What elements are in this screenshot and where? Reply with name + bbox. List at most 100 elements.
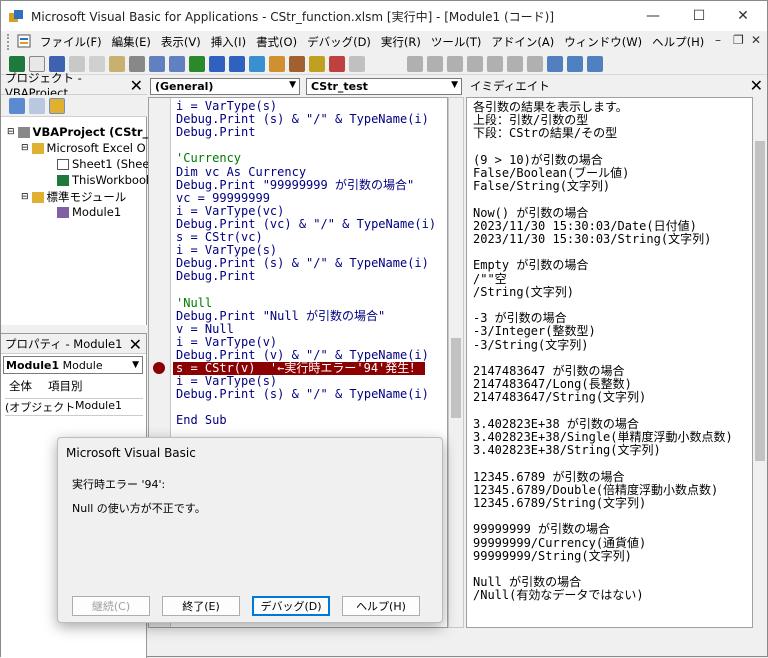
code-line: Dim vc As Currency [176,164,307,179]
chevron-down-icon[interactable]: ▼ [289,80,296,90]
output-line: 12345.6789 が引数の場合 [473,469,625,484]
immediate-title: イミディエイト [470,79,550,93]
sheet-icon [57,158,69,170]
pause-icon[interactable] [209,55,225,72]
toggle-folders-icon[interactable] [49,97,65,114]
properties-close-icon[interactable]: ✕ [129,335,142,354]
menu-insert[interactable]: 挿入(I) [206,34,251,50]
undo-icon[interactable] [149,55,165,72]
indent-icon[interactable] [427,55,443,72]
toolbox-icon[interactable] [329,55,345,72]
output-line: 99999999/Currency(通貨値) [473,535,647,550]
properties-icon[interactable] [289,55,305,72]
toggle-bookmark-icon[interactable] [527,55,543,72]
code-line: Debug.Print "Null が引数の場合" [176,308,386,323]
clear-bookmarks-icon[interactable] [587,55,603,72]
code-line: Debug.Print (s) & "/" & TypeName(i) [176,256,429,271]
menu-format[interactable]: 書式(O) [251,34,302,50]
procedure-dropdown[interactable]: CStr_test ▼ [306,77,462,95]
menu-run[interactable]: 実行(R) [376,34,426,50]
properties-tabs: 全体 項目別 [5,378,83,394]
output-line: -3/String(文字列) [473,337,589,352]
redo-icon[interactable] [169,55,185,72]
object-dropdown[interactable]: (General) ▼ [150,77,300,95]
reset-icon[interactable] [229,55,245,72]
breakpoint-icon[interactable] [153,362,165,374]
output-line: 2023/11/30 15:30:03/String(文字列) [473,232,712,246]
minimize-icon[interactable]: — [631,1,675,31]
tree-item-standard-modules[interactable]: ⊟ 標準モジュール [21,189,126,205]
chevron-down-icon[interactable]: ▼ [132,360,139,370]
next-bookmark-icon[interactable] [547,55,563,72]
code-line: Debug.Print [176,125,256,140]
menu-addins[interactable]: アドイン(A) [486,34,559,50]
code-line: Debug.Print (s) & "/" & TypeName(i) [176,112,429,127]
tree-label: Sheet1 (Shee [72,157,150,171]
immediate-close-icon[interactable]: ✕ [750,76,763,95]
mdi-close-icon[interactable]: ✕ [751,33,761,47]
tree-item-module1[interactable]: Module1 [57,205,121,219]
output-line: 2147483647/String(文字列) [473,390,647,405]
chevron-down-icon[interactable]: ▼ [451,80,458,90]
run-icon[interactable] [189,55,205,72]
object-browser-icon[interactable] [309,55,325,72]
tree-label: 標準モジュール [46,190,127,204]
toggle-breakpoint-icon[interactable] [467,55,483,72]
code-scrollbar[interactable] [448,97,464,628]
immediate-window[interactable]: 各引数の結果を表示します。 上段：引数/引数の型 下段：CStrの結果/その型 (9 … [466,97,753,628]
menu-window[interactable]: ウィンドウ(W) [559,34,647,50]
output-line: /""空 [473,271,507,286]
menu-view[interactable]: 表示(V) [156,34,206,50]
code-line: i = VarType(s) [176,99,278,113]
collapse-icon[interactable]: ⊟ [21,143,29,153]
tree-item-sheet1[interactable]: Sheet1 (Shee [57,157,149,171]
code-line: Debug.Print "99999999 が引数の場合" [176,177,415,192]
menu-debug[interactable]: デバッグ(D) [302,34,376,50]
property-row[interactable]: (オブジェクト名) Module1 [5,398,143,416]
tree-label: VBAProject (CStr_ [32,125,149,139]
folder-icon [31,191,44,203]
tree-item-thisworkbook[interactable]: ThisWorkbook [57,173,153,187]
mdi-restore-icon[interactable]: ❐ [733,33,744,47]
comment-block-icon[interactable] [487,55,503,72]
tree-label: Module1 [72,205,122,219]
collapse-icon[interactable]: ⊟ [7,127,15,137]
menu-file[interactable]: ファイル(F) [35,34,107,50]
menu-tools[interactable]: ツール(T) [426,34,487,50]
output-line: -3/Integer(整数型) [473,324,596,339]
scroll-thumb[interactable] [755,141,765,461]
code-window-header: (General) ▼ CStr_test ▼ [148,75,464,97]
prev-bookmark-icon[interactable] [567,55,583,72]
close-icon[interactable]: ✕ [721,1,765,31]
project-icon [17,126,30,138]
edit-toolbar-icon[interactable] [407,55,423,72]
design-mode-icon[interactable] [249,55,265,72]
uncomment-block-icon[interactable] [507,55,523,72]
property-value[interactable]: Module1 [75,399,143,415]
project-explorer-icon[interactable] [269,55,285,72]
debug-button[interactable]: デバッグ(D) [252,596,330,616]
tab-alphabetic[interactable]: 全体 [5,378,36,394]
scroll-thumb[interactable] [451,338,461,418]
view-object-icon[interactable] [29,97,45,114]
end-button[interactable]: 終了(E) [162,596,240,616]
object-combo[interactable]: Module1 Module ▼ [3,356,143,374]
help-button[interactable]: ヘルプ(H) [342,596,420,616]
mdi-minimize-icon[interactable]: – [715,33,721,47]
continue-button[interactable]: 継続(C) [72,596,150,616]
help-icon[interactable] [349,55,365,72]
tab-categorized[interactable]: 項目別 [48,378,83,394]
view-code-icon[interactable] [9,97,25,114]
tree-item-vbaproject[interactable]: ⊟ VBAProject (CStr_ [7,125,148,139]
menu-edit[interactable]: 編集(E) [107,34,156,50]
tree-item-excel-objects[interactable]: ⊟ Microsoft Excel O [21,141,146,155]
properties-title: プロパティ - Module1 [5,336,123,351]
collapse-icon[interactable]: ⊟ [21,192,29,202]
project-close-icon[interactable]: ✕ [130,76,143,95]
outdent-icon[interactable] [447,55,463,72]
immediate-scrollbar[interactable] [753,97,767,628]
vba-menu-icon[interactable] [17,34,31,51]
maximize-icon[interactable]: ☐ [677,1,721,31]
menu-help[interactable]: ヘルプ(H) [647,34,709,50]
menu-bar: ファイル(F) 編集(E) 表示(V) 挿入(I) 書式(O) デバッグ(D) … [1,31,767,53]
